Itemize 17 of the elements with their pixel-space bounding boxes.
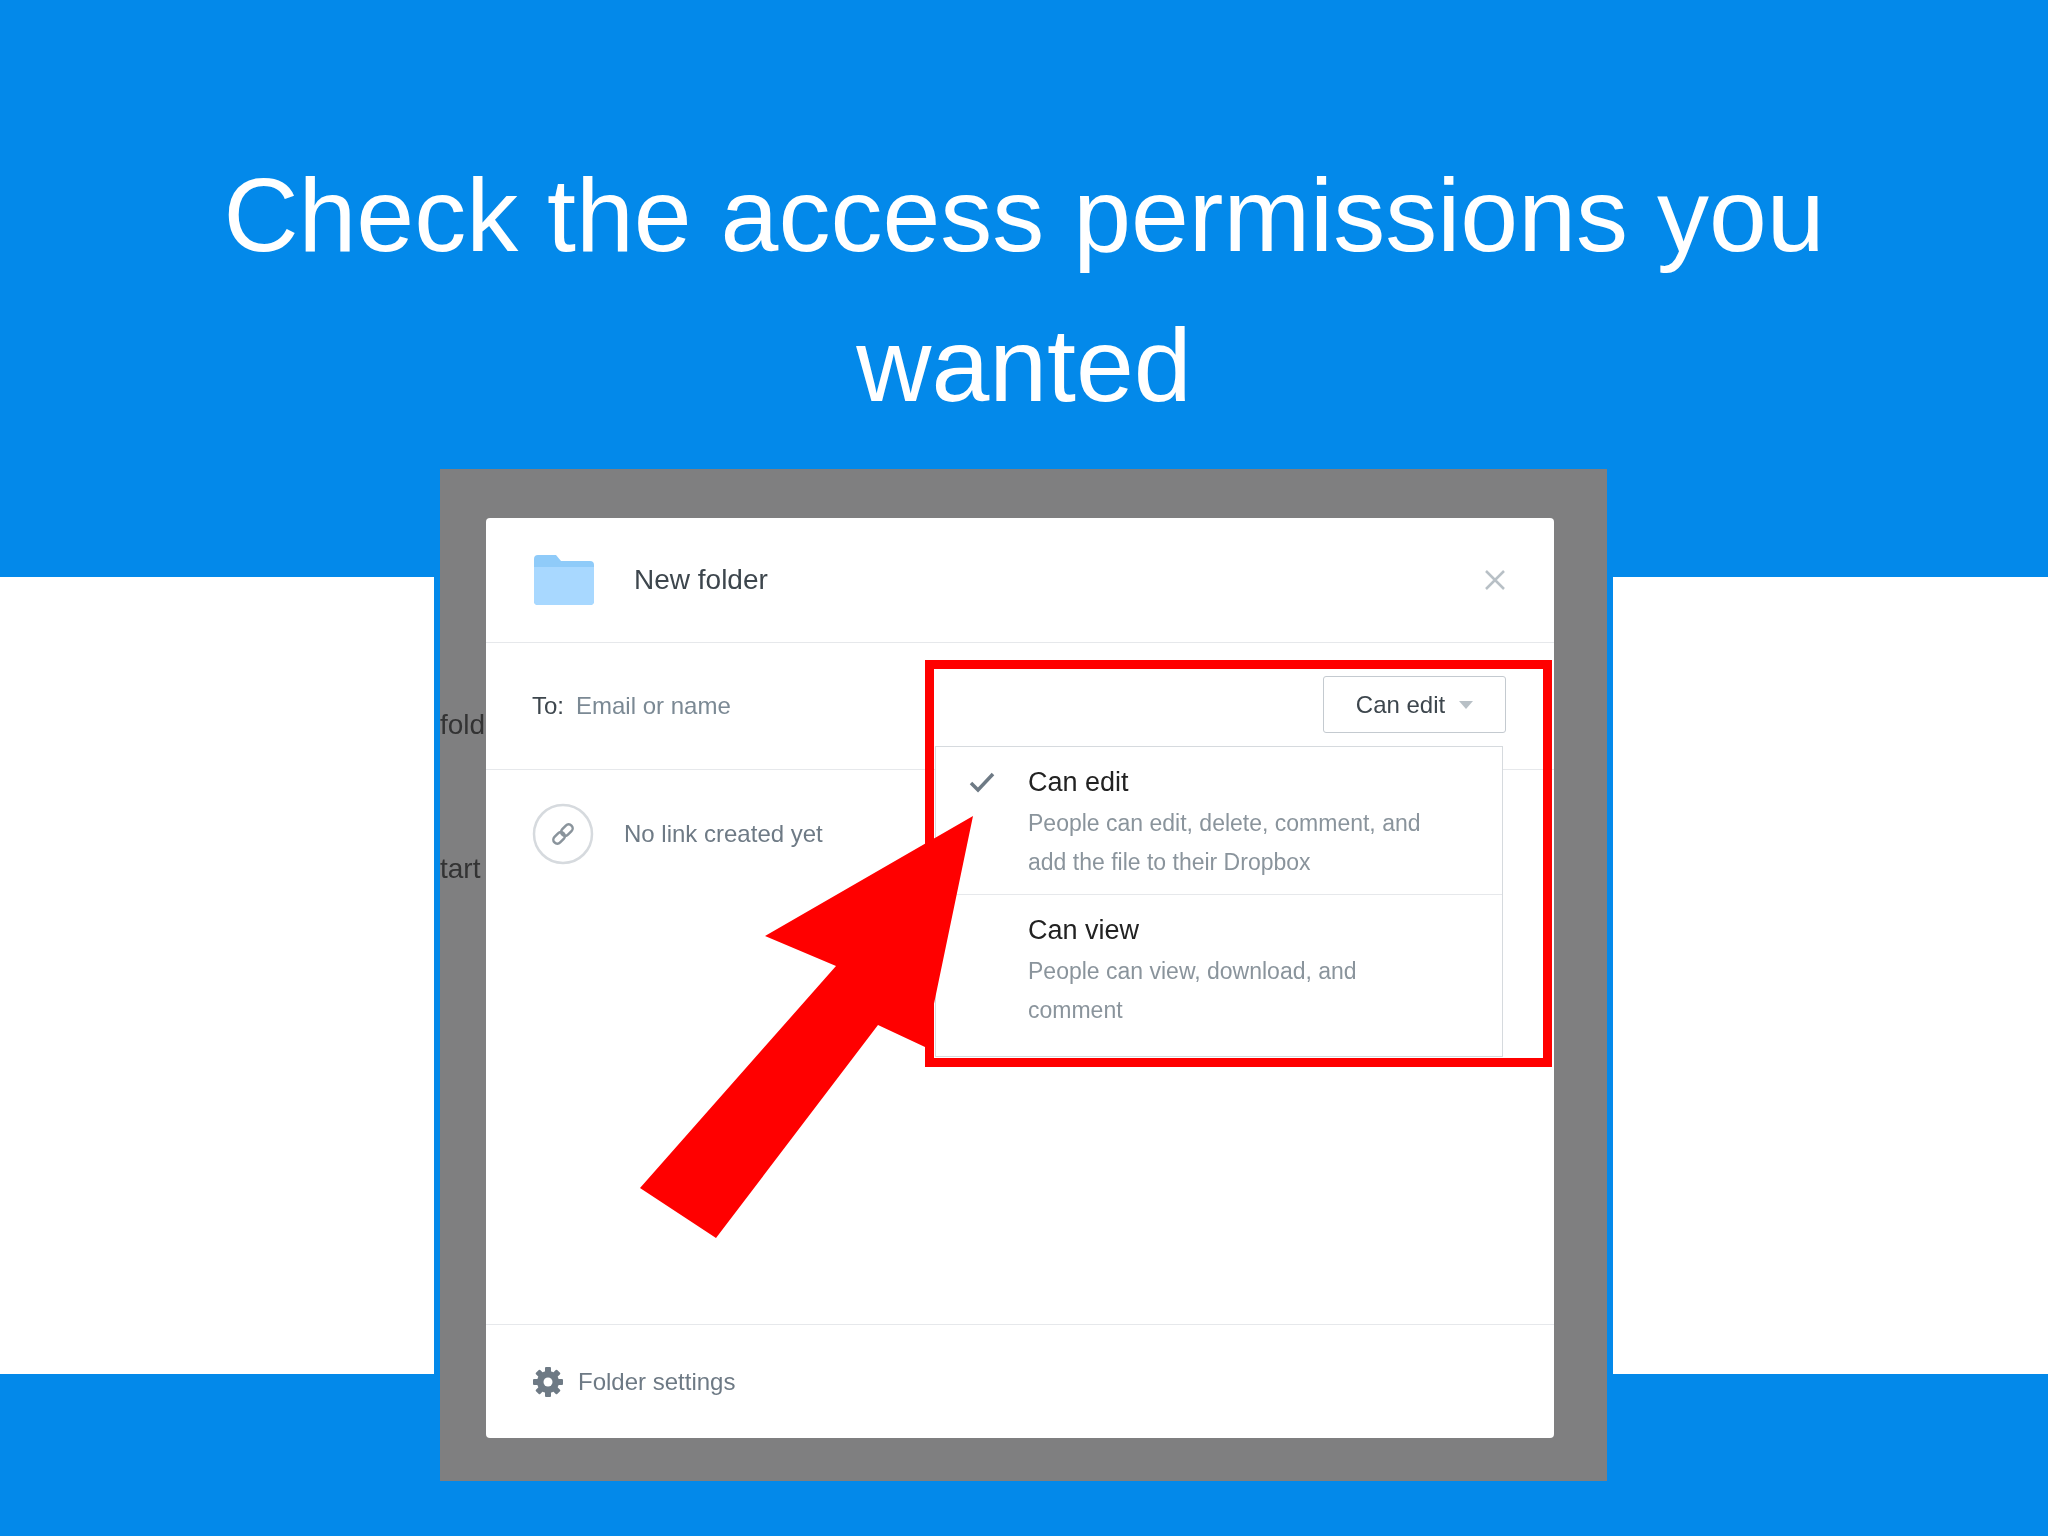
link-icon[interactable] [532,803,594,865]
permission-option[interactable]: Can edit [1028,767,1448,798]
background-text: fold [440,709,486,741]
caret-icon [1459,700,1474,709]
permission-option[interactable]: Can view [1028,915,1448,946]
to-label: To: [532,692,564,720]
dialog-title: New folder [634,564,769,596]
close-icon[interactable] [1484,569,1506,591]
folder-icon [534,555,594,605]
background-text: tart [440,853,481,885]
folder-settings-link[interactable]: Folder settings [578,1367,736,1396]
option-description: People can view, download, and comment [1028,957,1358,1025]
option-description: People can edit, delete, comment, and add the file to their Dropbox [1028,809,1422,877]
settings-icon[interactable] [532,1365,564,1398]
link-status: No link created yet [624,820,823,848]
permission-dropdown[interactable]: Can edit [1323,676,1506,733]
slide-title: Check the access permissions you wanted [222,156,1826,425]
